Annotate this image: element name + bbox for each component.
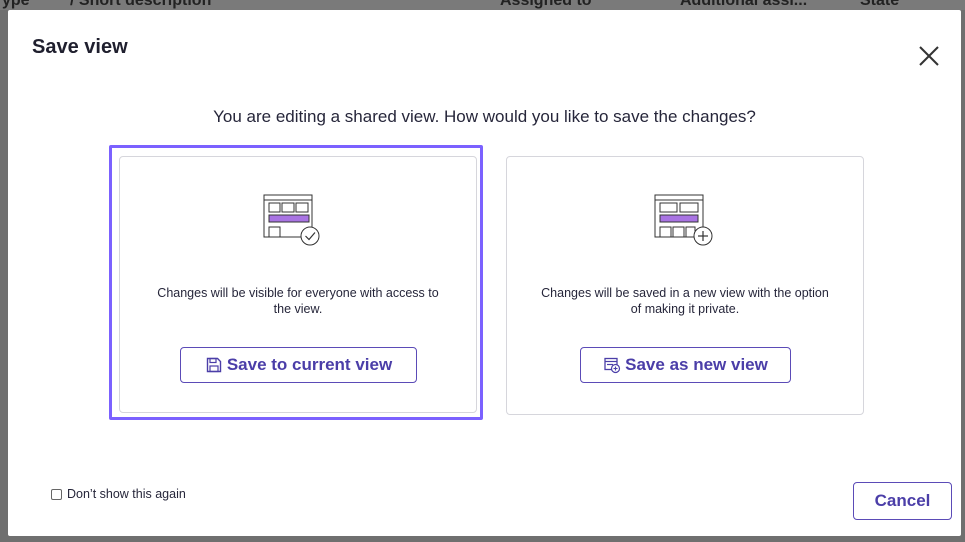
save-as-new-view-button[interactable]: Save as new view (580, 347, 791, 383)
bg-col-short-description: / Short description (70, 0, 212, 9)
new-view-icon (604, 357, 621, 374)
bg-col-additional-assignee: Additional assi... (680, 0, 808, 9)
dialog-title: Save view (32, 36, 128, 58)
shared-view-illustration (263, 194, 320, 246)
close-icon (919, 46, 939, 66)
save-view-dialog: Save view You are editing a shared view.… (8, 10, 961, 536)
plus-circle-icon (693, 226, 713, 246)
dont-show-again-row[interactable]: Don’t show this again (51, 487, 186, 501)
bg-col-assigned-to: Assigned to (500, 0, 592, 9)
option-description: Changes will be visible for everyone wit… (157, 286, 439, 316)
save-to-current-view-label: Save to current view (226, 355, 393, 374)
save-to-current-view-button[interactable]: Save to current view (180, 347, 417, 383)
new-view-illustration (654, 194, 713, 246)
bg-col-state: State (860, 0, 900, 9)
dialog-prompt: You are editing a shared view. How would… (213, 107, 756, 126)
close-button[interactable] (917, 44, 941, 68)
background-table-header: ype / Short description Assigned to Addi… (0, 0, 965, 10)
save-as-new-view-label: Save as new view (625, 355, 768, 374)
cancel-button[interactable]: Cancel (853, 482, 952, 520)
check-circle-icon (300, 226, 320, 246)
option-description: Changes will be saved in a new view with… (541, 286, 829, 316)
bg-col-type: ype (2, 0, 30, 9)
option-card-new-view[interactable]: Changes will be saved in a new view with… (506, 156, 864, 415)
floppy-disk-icon (206, 357, 222, 373)
option-card-current-view[interactable]: Changes will be visible for everyone wit… (119, 156, 477, 413)
dont-show-again-checkbox[interactable] (51, 488, 62, 500)
dont-show-again-label: Don’t show this again (67, 487, 186, 501)
